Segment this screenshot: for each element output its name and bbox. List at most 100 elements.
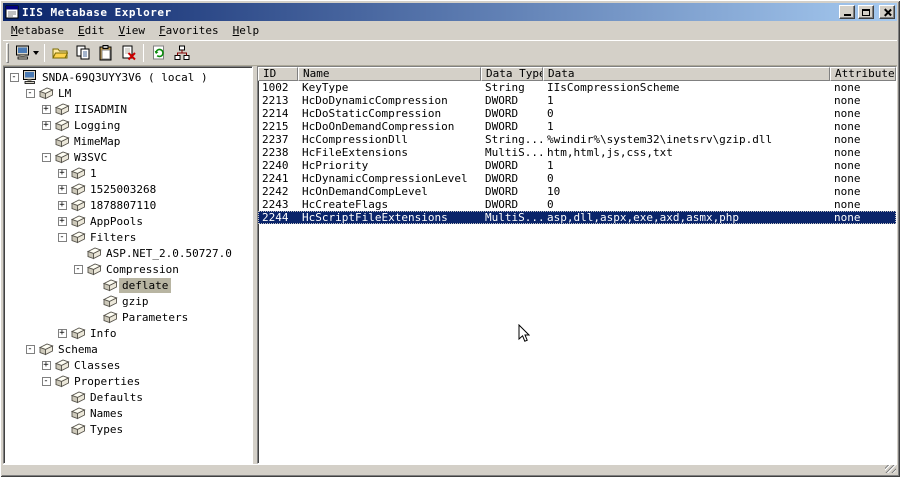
table-row[interactable]: 2215 HcDoOnDemandCompression DWORD 1 none [258, 120, 896, 133]
column-header-attributes[interactable]: Attributes [830, 67, 896, 81]
metabase-node-icon [70, 214, 87, 228]
cell-name: HcFileExtensions [302, 146, 408, 159]
cell-name: HcDynamicCompressionLevel [302, 172, 468, 185]
column-header-name[interactable]: Name [298, 67, 481, 81]
paste-button[interactable] [94, 42, 117, 64]
metabase-node-icon [38, 86, 55, 100]
title-bar[interactable]: IIS Metabase Explorer [3, 3, 897, 21]
tree-item-1[interactable]: +1 [6, 165, 252, 181]
table-row[interactable]: 2243 HcCreateFlags DWORD 0 none [258, 198, 896, 211]
expand-icon[interactable]: + [57, 184, 67, 194]
network-button[interactable] [170, 42, 193, 64]
cell-data-type: DWORD [485, 172, 519, 185]
tree-item-asp-net-2-0-50727-0[interactable]: ASP.NET_2.0.50727.0 [6, 245, 252, 261]
refresh-button[interactable] [147, 42, 170, 64]
expand-icon[interactable]: + [57, 200, 67, 210]
expand-icon[interactable]: + [57, 328, 67, 338]
expand-icon[interactable]: + [41, 120, 51, 130]
expand-icon[interactable]: + [41, 104, 51, 114]
tree-item-iisadmin[interactable]: + IISADMIN [6, 101, 252, 117]
table-row[interactable]: 2244 HcScriptFileExtensions MultiS... asp,d… [258, 211, 896, 224]
menu-favorites[interactable]: Favorites [152, 22, 226, 40]
dropdown-arrow-icon [33, 51, 39, 55]
table-row[interactable]: 2241 HcDynamicCompressionLevel DWORD 0 none [258, 172, 896, 185]
tree-item-compression[interactable]: - Compression [6, 261, 252, 277]
close-button[interactable] [879, 5, 895, 19]
open-folder-button[interactable] [48, 42, 71, 64]
metabase-node-icon [102, 310, 119, 324]
cell-attributes: none [834, 159, 861, 172]
collapse-icon[interactable]: - [41, 376, 51, 386]
collapse-icon[interactable]: - [41, 152, 51, 162]
table-row[interactable]: 2213 HcDoDynamicCompression DWORD 1 none [258, 94, 896, 107]
app-window: IIS Metabase Explorer Metabase Edit View Fa… [0, 0, 900, 477]
minimize-button[interactable] [839, 5, 855, 19]
cell-data-type: DWORD [485, 159, 519, 172]
connect-computer-button[interactable] [13, 42, 41, 64]
table-row[interactable]: 2237 HcCompressionDll String... %windir%\sy… [258, 133, 896, 146]
menu-metabase[interactable]: Metabase [4, 22, 71, 40]
table-row[interactable]: 2238 HcFileExtensions MultiS... htm,html,js… [258, 146, 896, 159]
menu-view[interactable]: View [111, 22, 152, 40]
tree-item-lm[interactable]: - LM [6, 85, 252, 101]
tree-item-gzip[interactable]: gzip [6, 293, 252, 309]
tree-item-mimemap[interactable]: MimeMap [6, 133, 252, 149]
tree-item-properties[interactable]: - Properties [6, 373, 252, 389]
column-header-id[interactable]: ID [258, 67, 298, 81]
cell-data-type: String [485, 81, 525, 94]
column-header-data[interactable]: Data [543, 67, 830, 81]
menu-help[interactable]: Help [226, 22, 267, 40]
maximize-button[interactable] [858, 5, 874, 19]
tree-item-snda-69q3uyy3v6-local[interactable]: - SNDA-69Q3UYY3V6 ( local ) [6, 69, 252, 85]
cell-data-type: DWORD [485, 120, 519, 133]
tree-item-label: gzip [122, 294, 149, 308]
tree-item-label: AppPools [90, 214, 143, 228]
cell-id: 2213 [262, 94, 289, 107]
tree-item-info[interactable]: + Info [6, 325, 252, 341]
toolbar-grip[interactable] [6, 43, 9, 63]
tree-item-classes[interactable]: + Classes [6, 357, 252, 373]
cell-id: 2214 [262, 107, 289, 120]
tree-item-apppools[interactable]: + AppPools [6, 213, 252, 229]
collapse-icon[interactable]: - [57, 232, 67, 242]
tree-item-1525003268[interactable]: +1525003268 [6, 181, 252, 197]
table-row[interactable]: 2214 HcDoStaticCompression DWORD 0 none [258, 107, 896, 120]
collapse-icon[interactable]: - [25, 88, 35, 98]
table-row[interactable]: 2240 HcPriority DWORD 1 none [258, 159, 896, 172]
metabase-node-icon [70, 230, 87, 244]
expand-icon[interactable]: + [41, 360, 51, 370]
tree-item-1878807110[interactable]: +1878807110 [6, 197, 252, 213]
cell-id: 2238 [262, 146, 289, 159]
expand-icon[interactable]: + [57, 168, 67, 178]
metabase-node-icon [102, 278, 119, 292]
tree-item-w3svc[interactable]: - W3SVC [6, 149, 252, 165]
tree-item-logging[interactable]: + Logging [6, 117, 252, 133]
app-icon [5, 5, 19, 19]
tree-item-label: Defaults [90, 390, 143, 404]
paste-icon [98, 45, 114, 61]
resize-grip[interactable] [885, 465, 896, 473]
tree-item-types[interactable]: Types [6, 421, 252, 437]
tree-item-schema[interactable]: - Schema [6, 341, 252, 357]
collapse-icon[interactable]: - [25, 344, 35, 354]
table-row[interactable]: 2242 HcOnDemandCompLevel DWORD 10 none [258, 185, 896, 198]
cell-attributes: none [834, 94, 861, 107]
menu-edit[interactable]: Edit [71, 22, 112, 40]
open-folder-icon [51, 45, 68, 61]
expand-icon[interactable]: + [57, 216, 67, 226]
toolbar-separator [44, 44, 45, 62]
collapse-icon[interactable]: - [73, 264, 83, 274]
tree-item-filters[interactable]: - Filters [6, 229, 252, 245]
tree-item-deflate[interactable]: deflate [6, 277, 252, 293]
delete-button[interactable] [117, 42, 140, 64]
tree-item-label: SNDA-69Q3UYY3V6 ( local ) [42, 70, 208, 84]
maximize-icon [862, 8, 870, 16]
tree-item-parameters[interactable]: Parameters [6, 309, 252, 325]
table-row[interactable]: 1002 KeyType String IIsCompressionScheme non… [258, 81, 896, 94]
copy-button[interactable] [71, 42, 94, 64]
delete-icon [121, 45, 137, 61]
tree-item-defaults[interactable]: Defaults [6, 389, 252, 405]
column-header-data-type[interactable]: Data Type [481, 67, 543, 81]
collapse-icon[interactable]: - [9, 72, 19, 82]
tree-item-names[interactable]: Names [6, 405, 252, 421]
